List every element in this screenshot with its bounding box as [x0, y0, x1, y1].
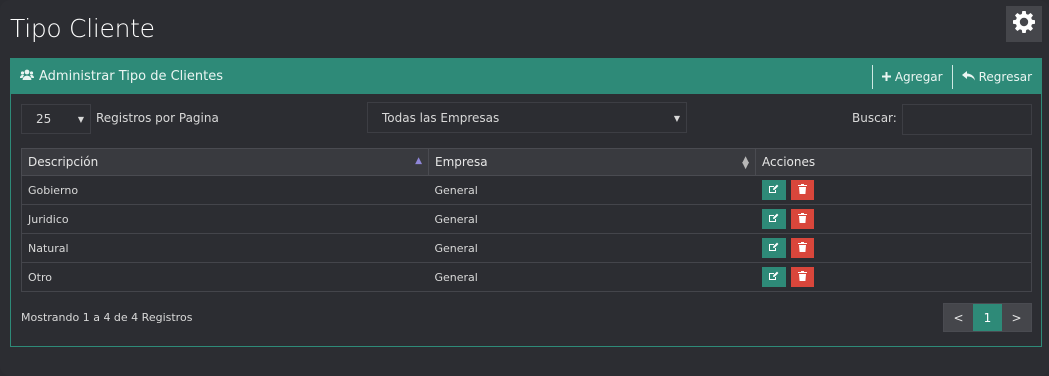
page-length-select[interactable]: 25 ▼: [21, 104, 91, 134]
edit-button[interactable]: [761, 267, 786, 287]
page-length-label: Registros por Pagina: [96, 111, 219, 125]
add-button[interactable]: Agregar: [871, 64, 952, 89]
cell-empresa: General: [428, 233, 756, 263]
cell-acciones: [755, 233, 1032, 263]
users-icon: [20, 69, 34, 85]
panel-title: Administrar Tipo de Clientes: [39, 69, 223, 84]
trash-icon: [798, 212, 807, 226]
cell-descripcion: Juridico: [21, 204, 429, 234]
next-page-button[interactable]: >: [1002, 304, 1031, 331]
trash-icon: [798, 183, 807, 197]
edit-icon: [768, 242, 779, 255]
page-button-current[interactable]: 1: [973, 304, 1002, 331]
cell-descripcion: Natural: [21, 233, 429, 263]
delete-button[interactable]: [791, 209, 814, 229]
pagination: < 1 >: [943, 303, 1032, 332]
cell-descripcion: Gobierno: [21, 175, 429, 205]
app-window: Tipo Cliente Administrar Tipo de Cliente…: [0, 0, 1049, 376]
back-button-label: Regresar: [978, 69, 1032, 84]
edit-icon: [768, 184, 779, 197]
edit-button[interactable]: [761, 180, 786, 200]
table-row: Juridico General: [21, 204, 1032, 234]
cell-descripcion: Otro: [21, 262, 429, 292]
prev-page-button[interactable]: <: [944, 304, 973, 331]
trash-icon: [798, 241, 807, 255]
table-row: Gobierno General: [21, 175, 1032, 205]
edit-icon: [768, 271, 779, 284]
cell-empresa: General: [428, 262, 756, 292]
column-header-descripcion[interactable]: Descripción ▲: [21, 148, 429, 176]
cell-empresa: General: [428, 175, 756, 205]
page-length-value: 25: [36, 112, 52, 126]
trash-icon: [798, 270, 807, 284]
table-row: Natural General: [21, 233, 1032, 263]
empresa-filter-select[interactable]: Todas las Empresas ▼: [367, 102, 687, 133]
edit-button[interactable]: [761, 238, 786, 258]
settings-button[interactable]: [1006, 6, 1042, 42]
cell-acciones: [755, 262, 1032, 292]
column-header-acciones: Acciones: [755, 148, 1032, 176]
sort-asc-icon: ▲: [415, 156, 422, 166]
delete-button[interactable]: [791, 238, 814, 258]
panel-header: Administrar Tipo de Clientes Agregar Reg…: [11, 59, 1041, 94]
sort-both-icon: ▲ ▼: [742, 155, 749, 171]
table-row: Otro General: [21, 262, 1032, 292]
edit-button[interactable]: [761, 209, 786, 229]
table-info: Mostrando 1 a 4 de 4 Registros: [21, 311, 193, 324]
page-title: Tipo Cliente: [10, 14, 155, 43]
main-panel: Administrar Tipo de Clientes Agregar Reg…: [10, 58, 1042, 347]
add-button-label: Agregar: [894, 69, 943, 84]
gear-icon: [1012, 10, 1036, 38]
clientes-table: Descripción ▲ Empresa ▲ ▼ Acciones Gobier…: [21, 148, 1032, 292]
chevron-down-icon: ▼: [673, 114, 680, 123]
back-button[interactable]: Regresar: [951, 64, 1041, 89]
delete-button[interactable]: [791, 267, 814, 287]
delete-button[interactable]: [791, 180, 814, 200]
search-label: Buscar:: [852, 111, 897, 125]
column-header-empresa[interactable]: Empresa ▲ ▼: [428, 148, 756, 176]
cell-acciones: [755, 204, 1032, 234]
cell-empresa: General: [428, 204, 756, 234]
empresa-filter-value: Todas las Empresas: [382, 110, 500, 125]
chevron-down-icon: ▼: [77, 115, 84, 124]
reply-icon: [961, 70, 975, 84]
plus-icon: [881, 70, 891, 84]
edit-icon: [768, 213, 779, 226]
cell-acciones: [755, 175, 1032, 205]
search-input[interactable]: [902, 104, 1032, 135]
